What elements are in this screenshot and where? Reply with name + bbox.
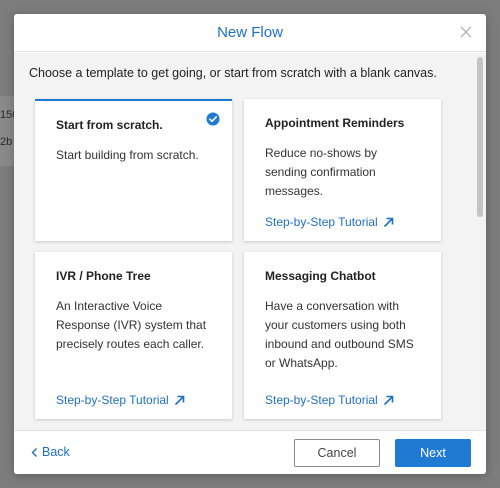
tutorial-link[interactable]: Step-by-Step Tutorial <box>56 393 185 407</box>
card-description: An Interactive Voice Response (IVR) syst… <box>56 299 207 351</box>
modal-title: New Flow <box>217 24 283 41</box>
card-description: Reduce no-shows by sending confirmation … <box>265 146 378 198</box>
background-text-fragment: 2b <box>0 136 13 148</box>
modal-header: New Flow <box>14 14 486 52</box>
background-row-strip <box>0 96 14 166</box>
tutorial-link[interactable]: Step-by-Step Tutorial <box>265 215 394 229</box>
back-label: Back <box>42 445 70 459</box>
new-flow-modal: New Flow Choose a template to get going,… <box>14 14 486 474</box>
card-title: Messaging Chatbot <box>265 269 376 283</box>
modal-body: Choose a template to get going, or start… <box>14 53 486 430</box>
card-description: Have a conversation with your customers … <box>265 299 414 370</box>
arrow-up-right-icon <box>383 217 394 227</box>
check-circle-icon <box>206 112 220 126</box>
tutorial-link-label: Step-by-Step Tutorial <box>265 215 378 229</box>
template-card-messaging-chatbot[interactable]: Messaging Chatbot Have a conversation wi… <box>244 252 441 419</box>
arrow-up-right-icon <box>383 395 394 405</box>
intro-text: Choose a template to get going, or start… <box>29 66 437 80</box>
close-icon[interactable] <box>458 24 474 40</box>
modal-footer: Back Cancel Next <box>14 430 486 474</box>
back-button[interactable]: Back <box>30 445 70 459</box>
card-description: Start building from scratch. <box>56 148 199 162</box>
scrollbar-thumb[interactable] <box>477 57 483 217</box>
arrow-up-right-icon <box>174 395 185 405</box>
chevron-left-icon <box>31 447 37 457</box>
card-title: Appointment Reminders <box>265 116 405 130</box>
next-button[interactable]: Next <box>395 439 471 467</box>
card-title: IVR / Phone Tree <box>56 269 151 283</box>
card-title: Start from scratch. <box>56 118 163 132</box>
template-card-ivr-phone-tree[interactable]: IVR / Phone Tree An Interactive Voice Re… <box>35 252 232 419</box>
tutorial-link-label: Step-by-Step Tutorial <box>56 393 169 407</box>
template-card-start-from-scratch[interactable]: Start from scratch. Start building from … <box>35 99 232 241</box>
tutorial-link[interactable]: Step-by-Step Tutorial <box>265 393 394 407</box>
cancel-button[interactable]: Cancel <box>294 439 380 467</box>
template-card-appointment-reminders[interactable]: Appointment Reminders Reduce no-shows by… <box>244 99 441 241</box>
tutorial-link-label: Step-by-Step Tutorial <box>265 393 378 407</box>
